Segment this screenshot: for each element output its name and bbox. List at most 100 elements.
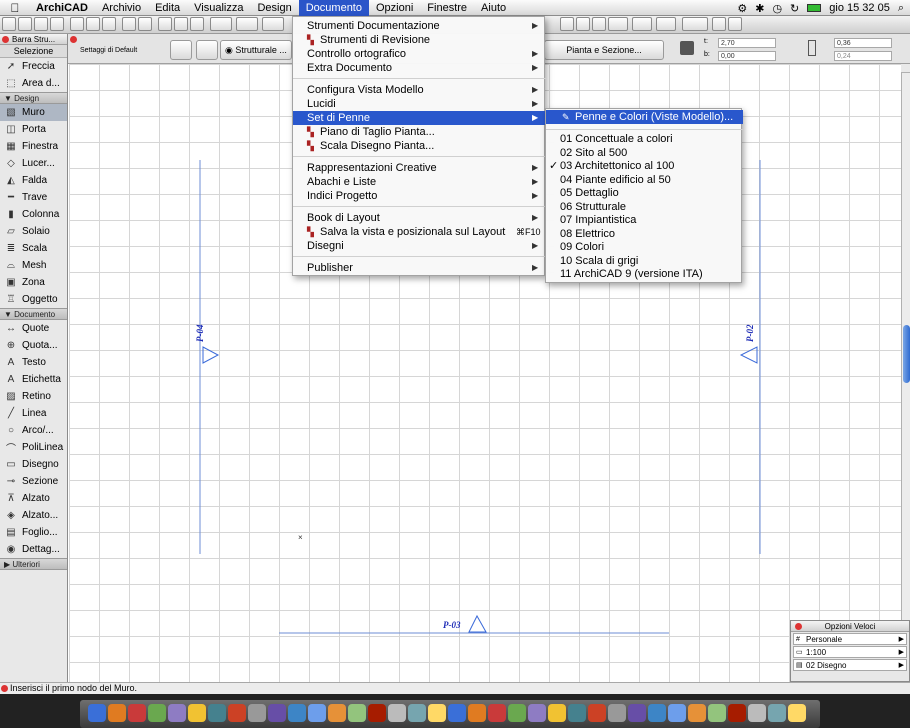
sync-icon[interactable]: ↻ [790,2,799,15]
dock-app-icon[interactable] [608,704,626,722]
tool-line[interactable]: ╱ Linea [0,405,67,422]
paste-icon[interactable] [102,17,116,31]
info-box-close-icon[interactable] [70,36,77,43]
documento-item-11[interactable]: Indici Progetto ▶ [293,189,546,203]
dock-app-icon[interactable] [468,704,486,722]
toolbox-titlebar[interactable]: Barra Stru... [0,34,67,45]
pen-set-item[interactable]: 04 Piante edificio al 50 [546,174,743,188]
dock-app-icon[interactable] [408,704,426,722]
dock-app-icon[interactable] [128,704,146,722]
tool-elevation[interactable]: ⊼ Alzato [0,490,67,507]
pen-set-item[interactable]: ✓ 03 Architettonico al 100 [546,160,743,174]
dock-app-icon[interactable] [108,704,126,722]
dock-app-icon[interactable] [668,704,686,722]
pen-set-item[interactable]: 06 Strutturale [546,201,743,215]
documento-item-15[interactable]: Publisher ▶ [293,261,546,275]
time-machine-icon[interactable]: ◷ [772,2,782,15]
dock-app-icon[interactable] [768,704,786,722]
offset-field[interactable]: 0,24 [834,51,892,61]
dock-app-icon[interactable] [308,704,326,722]
dock-app-icon[interactable] [568,704,586,722]
dock-app-icon[interactable] [508,704,526,722]
tool-polyline[interactable]: ⌒ PoliLinea [0,439,67,456]
tool-section[interactable]: ⊸ Sezione [0,473,67,490]
pen-set-item[interactable]: 02 Sito al 500 [546,147,743,161]
dock-app-icon[interactable] [548,704,566,722]
tool-fill[interactable]: ▨ Retino [0,388,67,405]
zoom-icon[interactable] [608,17,628,31]
documento-item-4[interactable]: Configura Vista Modello ▶ [293,83,546,97]
tool-window[interactable]: ▦ Finestra [0,138,67,155]
dock-app-icon[interactable] [728,704,746,722]
pen-set-item[interactable]: 08 Elettrico [546,228,743,242]
vertical-scrollbar[interactable] [901,73,910,682]
elevation-marker-right-icon[interactable] [739,346,758,364]
menu-archicad[interactable]: ArchiCAD [30,0,95,16]
documento-item-2[interactable]: Controllo ortografico ▶ [293,47,546,61]
redo-icon[interactable] [138,17,152,31]
dock-app-icon[interactable] [88,704,106,722]
tool-stair[interactable]: ≣ Scala [0,240,67,257]
pen-colors-model-item[interactable]: ✎ Penne e Colori (Viste Modello)... [546,110,743,124]
quick-option-scale[interactable]: ▭ 1:100 ▶ [793,646,907,658]
window-tile-icon[interactable] [560,17,574,31]
tool-marquee[interactable]: ⬚ Area d... [0,75,67,92]
pen-set-item[interactable]: 11 ArchiCAD 9 (versione ITA) [546,268,743,282]
pen-set-item[interactable]: 07 Impiantistica [546,214,743,228]
tool-dimension[interactable]: ↔ Quote [0,320,67,337]
elevation-marker-bottom-icon[interactable] [468,614,487,633]
dock-app-icon[interactable] [228,704,246,722]
quick-option-pen-set[interactable]: # Personale ▶ [793,633,907,645]
tool-object[interactable]: ♖ Oggetto [0,291,67,308]
geometry-method-button[interactable] [170,40,192,60]
tool-label[interactable]: A Etichetta [0,371,67,388]
dock-app-icon[interactable] [168,704,186,722]
tool-mesh[interactable]: ⌓ Mesh [0,257,67,274]
battery-icon[interactable] [807,4,822,12]
apple-menu-icon[interactable]:  [0,1,30,15]
tool-detail[interactable]: ◉ Dettag... [0,541,67,558]
menu-finestre[interactable]: Finestre [420,0,474,16]
pen-icon[interactable] [174,17,188,31]
tool-door[interactable]: ◫ Porta [0,121,67,138]
quick-option-layer[interactable]: ▤ 02 Disegno ▶ [793,659,907,671]
dock-app-icon[interactable] [788,704,806,722]
dock-app-icon[interactable] [188,704,206,722]
documento-item-10[interactable]: Abachi e Liste ▶ [293,175,546,189]
find-icon[interactable] [158,17,172,31]
dock-app-icon[interactable] [488,704,506,722]
undo-icon[interactable] [122,17,136,31]
elevation-marker-left-icon[interactable] [202,346,220,364]
dock-app-icon[interactable] [708,704,726,722]
documento-item-5[interactable]: Lucidi ▶ [293,97,546,111]
more-section-header[interactable]: ▶ Ulteriori [0,558,67,570]
dock-app-icon[interactable] [248,704,266,722]
top-offset-field[interactable]: 2,70 [718,38,776,48]
hatch-pattern-button[interactable] [196,40,218,60]
tool-zone[interactable]: ▣ Zona [0,274,67,291]
documento-item-14[interactable]: Disegni ▶ [293,239,546,253]
vertical-scroll-thumb[interactable] [903,325,910,383]
dock-app-icon[interactable] [528,704,546,722]
documento-item-6[interactable]: Set di Penne ▶ [293,111,546,125]
quick-options-titlebar[interactable]: Opzioni Veloci [791,621,909,632]
tool-beam[interactable]: ━ Trave [0,189,67,206]
pen-set-item[interactable]: 01 Concettuale a colori [546,133,743,147]
menu-aiuto[interactable]: Aiuto [474,0,513,16]
documento-item-0[interactable]: Strumenti Documentazione ▶ [293,19,546,33]
toolbox-close-icon[interactable] [2,36,9,43]
documento-item-9[interactable]: Rappresentazioni Creative ▶ [293,161,546,175]
documento-item-7[interactable]: ▚ Piano di Taglio Pianta... [293,125,546,139]
documento-item-12[interactable]: Book di Layout ▶ [293,211,546,225]
pencil-icon[interactable] [576,17,590,31]
documento-item-3[interactable]: Extra Documento ▶ [293,61,546,75]
dock-app-icon[interactable] [268,704,286,722]
tool-level-dimension[interactable]: ⊕ Quota... [0,337,67,354]
fit-icon[interactable] [656,17,676,31]
dock-app-icon[interactable] [688,704,706,722]
spotlight-icon[interactable]: ⌕ [898,2,904,15]
tool-wall[interactable]: ▧ Muro [0,104,67,121]
menu-edita[interactable]: Edita [148,0,187,16]
tool-arc[interactable]: ○ Arco/... [0,422,67,439]
open-icon[interactable] [18,17,32,31]
